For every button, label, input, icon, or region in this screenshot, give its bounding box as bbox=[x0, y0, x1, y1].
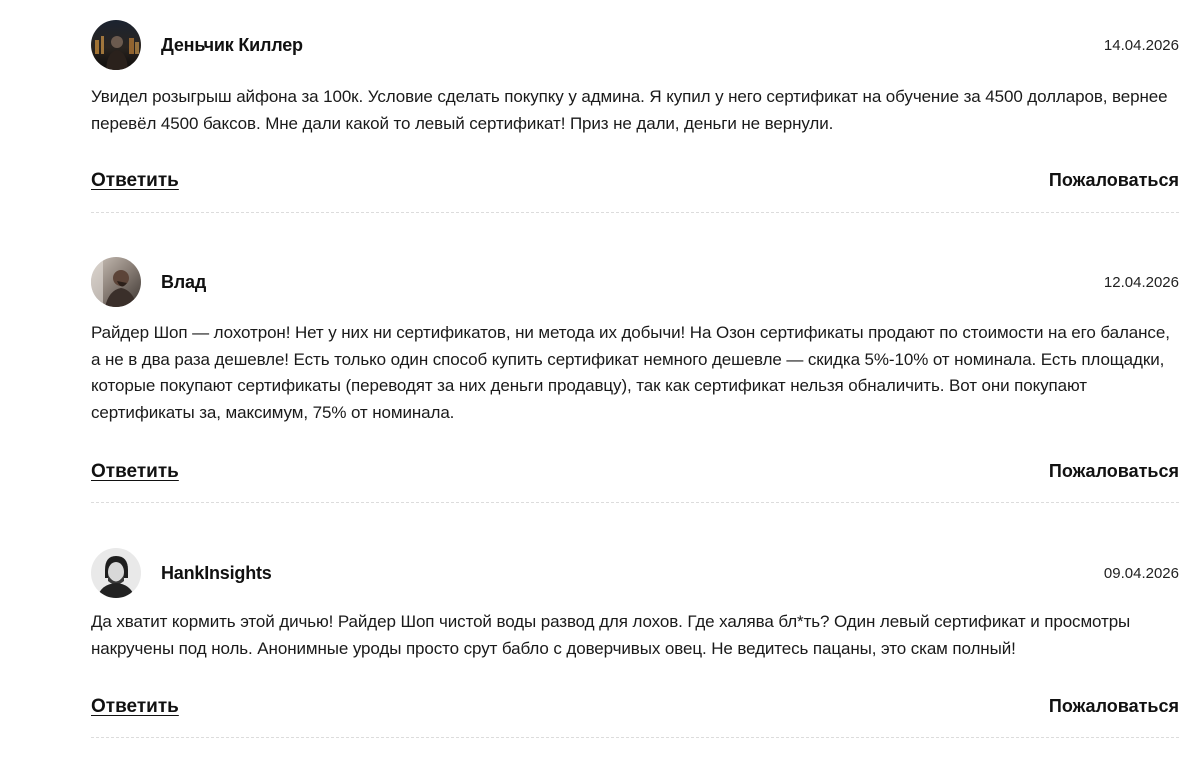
comment-item: Влад 12.04.2026 Райдер Шоп — лохотрон! Н… bbox=[91, 257, 1179, 503]
comment-author: Влад bbox=[161, 272, 207, 292]
comment-header: Деньчик Киллер 14.04.2026 bbox=[91, 20, 1179, 70]
comment-actions: Ответить Пожаловаться bbox=[91, 461, 1179, 491]
comment-author: HankInsights bbox=[161, 563, 272, 583]
comment-date: 14.04.2026 bbox=[1103, 37, 1179, 54]
comment-header: HankInsights 09.04.2026 bbox=[91, 548, 1179, 598]
comment-text: Райдер Шоп — лохотрон! Нет у них ни серт… bbox=[91, 323, 1170, 422]
report-button[interactable]: Пожаловаться bbox=[1049, 696, 1179, 717]
comment-author: Деньчик Киллер bbox=[161, 35, 303, 55]
reply-button[interactable]: Ответить bbox=[91, 696, 179, 718]
avatar-photo-bw-portrait-icon[interactable] bbox=[91, 548, 141, 598]
report-button[interactable]: Пожаловаться bbox=[1049, 170, 1179, 191]
reply-button[interactable]: Ответить bbox=[91, 461, 179, 483]
reply-button[interactable]: Ответить bbox=[91, 170, 179, 192]
comment-text: Увидел розыгрыш айфона за 100к. Условие … bbox=[91, 87, 1168, 133]
avatar-photo-city-night-icon[interactable] bbox=[91, 20, 141, 70]
comment-header: Влад 12.04.2026 bbox=[91, 257, 1179, 307]
avatar-photo-man-profile-icon[interactable] bbox=[91, 257, 141, 307]
comment-text: Да хватит кормить этой дичью! Райдер Шоп… bbox=[91, 612, 1131, 658]
comment-date: 12.04.2026 bbox=[1103, 274, 1179, 291]
comment-actions: Ответить Пожаловаться bbox=[91, 170, 1179, 200]
comment-actions: Ответить Пожаловаться bbox=[91, 696, 1179, 726]
comment-item: HankInsights 09.04.2026 Да хватит кормит… bbox=[91, 548, 1179, 738]
report-button[interactable]: Пожаловаться bbox=[1049, 461, 1179, 482]
comment-date: 09.04.2026 bbox=[1103, 565, 1179, 582]
comments-list: Деньчик Киллер 14.04.2026 Увидел розыгры… bbox=[91, 0, 1179, 738]
comment-item: Деньчик Киллер 14.04.2026 Увидел розыгры… bbox=[91, 20, 1179, 213]
